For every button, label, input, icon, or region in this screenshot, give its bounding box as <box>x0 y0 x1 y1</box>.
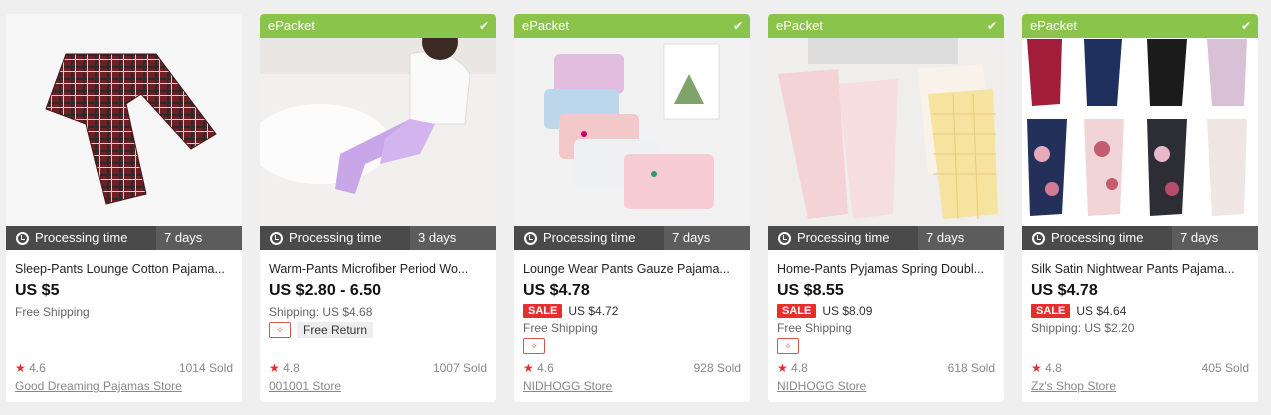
store-link[interactable]: Zz's Shop Store <box>1031 379 1116 393</box>
processing-time-bar: Processing time 7 days <box>1022 226 1258 250</box>
product-price: US $8.55 <box>777 282 844 299</box>
processing-days: 7 days <box>918 226 1004 250</box>
shipping-info: Free Shipping <box>523 321 598 335</box>
free-return-row: ✧ Free Return <box>269 322 374 338</box>
product-image[interactable] <box>768 14 1004 226</box>
processing-label: Processing time <box>1051 230 1144 245</box>
product-title[interactable]: Lounge Wear Pants Gauze Pajama... <box>523 262 743 276</box>
processing-days: 7 days <box>664 226 750 250</box>
product-title[interactable]: Silk Satin Nightwear Pants Pajama... <box>1031 262 1251 276</box>
epacket-badge: ePacket ✔ <box>514 14 750 38</box>
product-price: US $5 <box>15 282 60 299</box>
coupon-row: ✧ <box>777 338 799 354</box>
product-image[interactable] <box>6 14 242 226</box>
product-grid: Processing time 7 days Sleep-Pants Loung… <box>6 14 1258 402</box>
rating-value: 4.8 <box>283 361 300 375</box>
star-icon: ★ <box>1031 361 1042 375</box>
store-link[interactable]: NIDHOGG Store <box>523 379 612 393</box>
sale-row: SALE US $4.72 <box>523 304 618 318</box>
shipping-info: Shipping: US $4.68 <box>269 305 373 319</box>
rating: ★ 4.8 <box>777 361 808 375</box>
processing-days: 7 days <box>1172 226 1258 250</box>
clock-icon <box>16 231 29 245</box>
processing-time-bar: Processing time 7 days <box>768 226 1004 250</box>
processing-label: Processing time <box>543 230 636 245</box>
chevron-down-icon[interactable]: ✔ <box>1241 14 1251 38</box>
shipping-info: Free Shipping <box>777 321 852 335</box>
product-card[interactable]: ePacket ✔ Processing time 7 days Silk Sat… <box>1022 14 1258 402</box>
ticket-icon: ✧ <box>777 338 799 354</box>
epacket-label: ePacket <box>776 18 823 33</box>
free-return-badge: Free Return <box>297 322 374 338</box>
rating: ★ 4.6 <box>15 361 46 375</box>
sale-price: US $4.64 <box>1076 304 1127 318</box>
processing-label: Processing time <box>797 230 890 245</box>
epacket-label: ePacket <box>1030 18 1077 33</box>
star-icon: ★ <box>269 361 280 375</box>
sale-row: SALE US $4.64 <box>1031 304 1126 318</box>
epacket-badge: ePacket ✔ <box>1022 14 1258 38</box>
processing-time-bar: Processing time 3 days <box>260 226 496 250</box>
product-price: US $2.80 - 6.50 <box>269 282 382 299</box>
star-icon: ★ <box>523 361 534 375</box>
product-image[interactable] <box>1022 14 1258 226</box>
epacket-badge: ePacket ✔ <box>768 14 1004 38</box>
sold-count: 928 Sold <box>693 361 741 375</box>
sale-price: US $8.09 <box>822 304 873 318</box>
processing-time-bar: Processing time 7 days <box>6 226 242 250</box>
coupon-row: ✧ <box>523 338 545 354</box>
sold-count: 1007 Sold <box>432 361 487 375</box>
clock-icon <box>270 231 283 245</box>
sale-row: SALE US $8.09 <box>777 304 872 318</box>
store-link[interactable]: 001001 Store <box>269 379 341 393</box>
processing-label: Processing time <box>289 230 382 245</box>
ticket-icon: ✧ <box>269 322 291 338</box>
rating-value: 4.6 <box>537 361 554 375</box>
sale-badge: SALE <box>523 304 563 318</box>
rating-value: 4.6 <box>29 361 46 375</box>
rating-value: 4.8 <box>791 361 808 375</box>
rating-value: 4.8 <box>1045 361 1062 375</box>
epacket-label: ePacket <box>268 18 315 33</box>
star-icon: ★ <box>15 361 26 375</box>
shipping-info: Shipping: US $2.20 <box>1031 321 1135 335</box>
chevron-down-icon[interactable]: ✔ <box>987 14 997 38</box>
shipping-info: Free Shipping <box>15 305 90 319</box>
product-image[interactable] <box>260 14 496 226</box>
product-price: US $4.78 <box>523 282 590 299</box>
product-title[interactable]: Sleep-Pants Lounge Cotton Pajama... <box>15 262 235 276</box>
ticket-icon: ✧ <box>523 338 545 354</box>
processing-days: 7 days <box>156 226 242 250</box>
sale-price: US $4.72 <box>568 304 619 318</box>
processing-label: Processing time <box>35 230 128 245</box>
clock-icon <box>524 231 537 245</box>
sold-count: 405 Sold <box>1201 361 1249 375</box>
product-card[interactable]: ePacket ✔ Processing time 7 days Lounge W… <box>514 14 750 402</box>
product-price: US $4.78 <box>1031 282 1098 299</box>
processing-time-bar: Processing time 7 days <box>514 226 750 250</box>
sold-count: 618 Sold <box>947 361 995 375</box>
product-title[interactable]: Home-Pants Pyjamas Spring Doubl... <box>777 262 997 276</box>
epacket-badge: ePacket ✔ <box>260 14 496 38</box>
rating: ★ 4.8 <box>269 361 300 375</box>
clock-icon <box>1032 231 1045 245</box>
sale-badge: SALE <box>777 304 817 318</box>
processing-days: 3 days <box>410 226 496 250</box>
store-link[interactable]: Good Dreaming Pajamas Store <box>15 379 182 393</box>
clock-icon <box>778 231 791 245</box>
sold-count: 1014 Sold <box>178 361 233 375</box>
star-icon: ★ <box>777 361 788 375</box>
rating: ★ 4.6 <box>523 361 554 375</box>
product-card[interactable]: Processing time 7 days Sleep-Pants Loung… <box>6 14 242 402</box>
product-image[interactable] <box>514 14 750 226</box>
chevron-down-icon[interactable]: ✔ <box>733 14 743 38</box>
sale-badge: SALE <box>1031 304 1071 318</box>
rating: ★ 4.8 <box>1031 361 1062 375</box>
chevron-down-icon[interactable]: ✔ <box>479 14 489 38</box>
epacket-label: ePacket <box>522 18 569 33</box>
product-title[interactable]: Warm-Pants Microfiber Period Wo... <box>269 262 489 276</box>
store-link[interactable]: NIDHOGG Store <box>777 379 866 393</box>
product-card[interactable]: ePacket ✔ Processing time 7 days Home-Pan… <box>768 14 1004 402</box>
product-card[interactable]: ePacket ✔ Processing time 3 days Warm-Pan… <box>260 14 496 402</box>
